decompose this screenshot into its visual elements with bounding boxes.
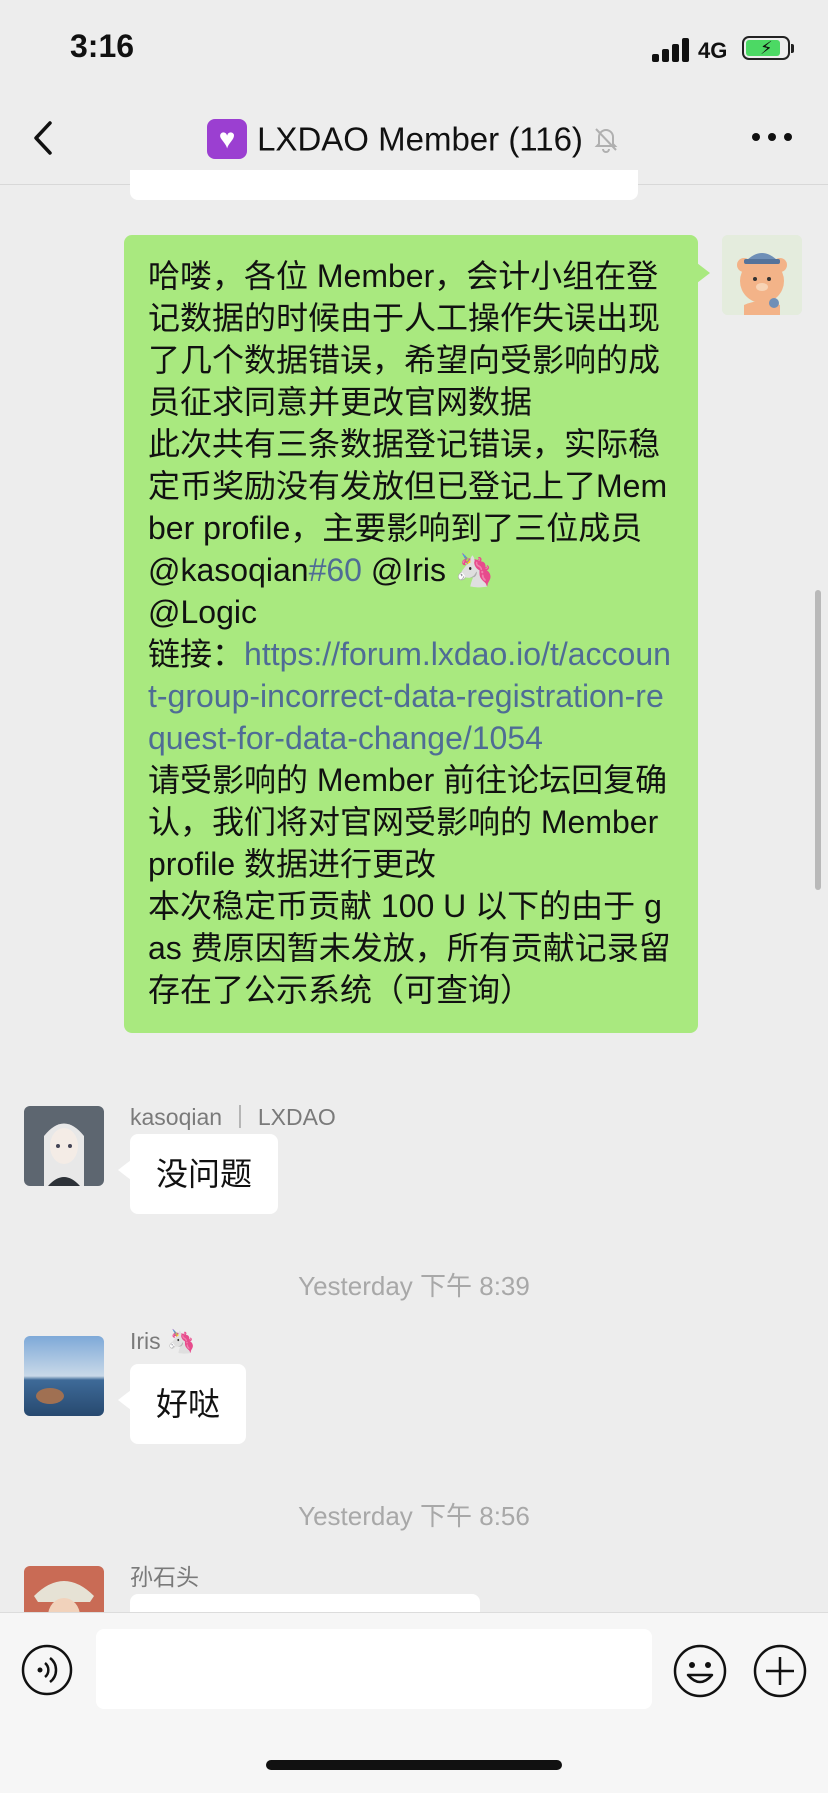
voice-input-button[interactable]	[20, 1643, 74, 1697]
battery-icon: ⚡	[742, 36, 794, 60]
status-time: 3:16	[70, 28, 135, 64]
message-bubble[interactable]: 好哒	[118, 1364, 247, 1444]
message-input[interactable]	[96, 1629, 652, 1709]
mention-logic: @Logic	[148, 594, 257, 630]
message-paragraph: 哈喽，各位 Member，会计小组在登记数据的时候由于人工操作失误出现了几个数据…	[148, 258, 661, 420]
self-avatar[interactable]	[722, 235, 802, 315]
iris-avatar[interactable]	[24, 1336, 104, 1416]
previous-message-bubble[interactable]	[130, 170, 638, 200]
hashtag-link[interactable]: #60	[309, 552, 362, 588]
self-message-bubble[interactable]: 哈喽，各位 Member，会计小组在登记数据的时候由于人工操作失误出现了几个数据…	[124, 235, 710, 1033]
signal-icon	[652, 36, 692, 62]
sender-name: Iris 🦄	[130, 1328, 196, 1354]
scrollbar[interactable]	[815, 590, 821, 890]
message-paragraph: 请受影响的 Member 前往论坛回复确认，我们将对官网受影响的 Member …	[148, 762, 668, 882]
message-bubble[interactable]	[130, 1594, 480, 1612]
chat-title: ♥ LXDAO Member (116)	[0, 118, 828, 160]
heart-icon: ♥	[207, 119, 248, 160]
message-text: 没问题	[156, 1156, 253, 1192]
kasoqian-avatar[interactable]	[24, 1106, 104, 1186]
sender-name: kasoqian ｜ LXDAO	[130, 1104, 336, 1130]
network-label: 4G	[698, 38, 728, 63]
message-paragraph: 本次稳定币贡献 100 U 以下的由于 gas 费原因暂未发放，所有贡献记录留存…	[148, 888, 671, 1008]
message-paragraph: 此次共有三条数据登记错误，实际稳定币奖励没有发放但已登记上了Member pro…	[148, 423, 676, 633]
more-options-button[interactable]	[748, 122, 796, 152]
message-bubble[interactable]: 没问题	[118, 1134, 279, 1214]
sunshitou-avatar[interactable]	[24, 1566, 104, 1612]
mention-iris: @Iris 🦄	[361, 552, 495, 588]
message-paragraph: 链接：https://forum.lxdao.io/t/account-grou…	[148, 633, 676, 759]
emoji-button[interactable]	[672, 1643, 728, 1699]
timestamp: Yesterday 下午 8:56	[298, 1501, 530, 1531]
timestamp: Yesterday 下午 8:39	[298, 1271, 530, 1301]
group-name: LXDAO Member (116)	[257, 120, 583, 158]
sender-name: 孙石头	[130, 1564, 199, 1590]
bear-avatar-icon	[722, 235, 802, 315]
sea-photo-icon	[24, 1336, 104, 1416]
home-indicator	[266, 1760, 562, 1770]
mute-bell-icon	[594, 128, 618, 154]
more-functions-button[interactable]	[752, 1643, 808, 1699]
link-label: 链接：	[148, 636, 245, 672]
message-text: 好哒	[156, 1386, 221, 1422]
anime-avatar-icon	[24, 1566, 104, 1612]
anime-avatar-icon	[24, 1106, 104, 1186]
